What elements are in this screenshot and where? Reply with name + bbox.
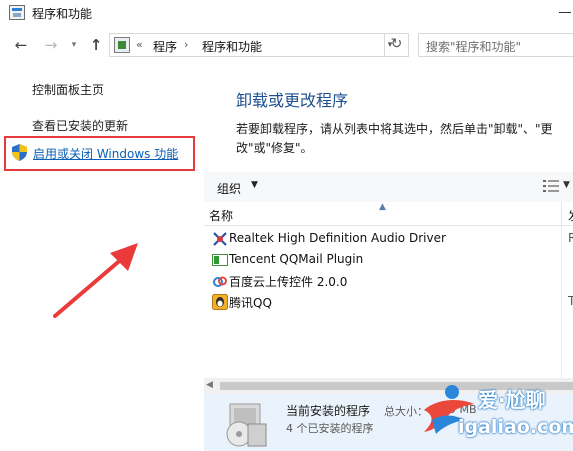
installer-box-icon [226, 403, 267, 447]
breadcrumb-programs[interactable]: 程序 [153, 38, 177, 55]
baidu-cloud-icon [213, 276, 227, 287]
control-panel-home-link[interactable]: 控制面板主页 [32, 81, 104, 98]
red-arrow-icon [53, 243, 138, 318]
forward-button[interactable]: → [41, 35, 61, 55]
program-name: Tencent QQMail Plugin [229, 252, 364, 266]
search-input[interactable]: 搜索"程序和功能" [418, 33, 573, 57]
table-row[interactable]: 百度云上传控件 2.0.0 [204, 270, 573, 291]
qqmail-plugin-icon [212, 254, 228, 266]
program-name: 腾讯QQ [229, 296, 272, 310]
programs-features-icon [9, 5, 25, 20]
turn-windows-features-link[interactable]: 启用或关闭 Windows 功能 [33, 145, 178, 162]
column-divider[interactable] [561, 202, 562, 226]
column-header-publisher[interactable]: 发 [568, 207, 573, 224]
view-installed-updates-link[interactable]: 查看已安装的更新 [32, 117, 128, 134]
column-header-name[interactable]: 名称 [209, 207, 233, 224]
minimize-button[interactable] [553, 0, 573, 26]
watermark: 爱·尬聊 igaliao.com [410, 378, 573, 451]
table-row[interactable]: Realtek High Definition Audio Driver R [204, 228, 573, 249]
address-bar[interactable]: « 程序 › 程序和功能 ▾ ↻ [109, 33, 409, 57]
chevron-right-icon[interactable]: › [184, 38, 188, 51]
installed-count: 4 个已安装的程序 [286, 422, 374, 435]
up-button[interactable]: ↑ [86, 35, 106, 55]
view-details-icon[interactable] [543, 180, 559, 192]
refresh-button[interactable]: ↻ [384, 33, 408, 57]
highlight-box: 启用或关闭 Windows 功能 [4, 136, 195, 171]
table-row[interactable]: 腾讯QQ T [204, 291, 573, 312]
view-chevron-down-icon[interactable]: ▼ [563, 180, 570, 190]
program-name: Realtek High Definition Audio Driver [229, 231, 446, 245]
table-row[interactable]: Tencent QQMail Plugin [204, 249, 573, 270]
search-placeholder: 搜索"程序和功能" [426, 40, 522, 54]
left-pane: 控制面板主页 查看已安装的更新 启用或关闭 Windows 功能 [0, 64, 200, 451]
program-list: Realtek High Definition Audio Driver R T… [204, 228, 573, 312]
watermark-url: igaliao.com [458, 416, 573, 438]
back-button[interactable]: ← [11, 35, 31, 55]
watermark-brand: 爱·尬聊 [478, 388, 546, 412]
program-publisher: T [568, 294, 573, 308]
program-publisher: R [568, 231, 573, 245]
organize-chevron-down-icon[interactable]: ▼ [251, 180, 258, 190]
organize-button[interactable]: 组织 [217, 180, 241, 197]
breadcrumb-programs-features[interactable]: 程序和功能 [202, 38, 262, 55]
sort-ascending-icon: ▲ [379, 202, 386, 212]
navigation-bar: ← → ▾ ↑ « 程序 › 程序和功能 ▾ ↻ 搜索"程序和功能" [0, 30, 573, 60]
column-header-row: 名称 ▲ 发 [204, 202, 573, 226]
window-title: 程序和功能 [32, 7, 93, 21]
control-panel-icon [114, 37, 130, 53]
recent-locations-icon[interactable]: ▾ [64, 35, 84, 55]
page-description: 若要卸载程序，请从列表中将其选中，然后单击"卸载"、"更改"或"修复"。 [236, 122, 553, 155]
breadcrumb-overflow[interactable]: « [136, 38, 143, 51]
scroll-left-icon[interactable]: ◀ [206, 380, 213, 390]
toolbar: 组织 ▼ ▼ [204, 172, 573, 202]
details-title: 当前安装的程序 [286, 404, 371, 418]
program-name: 百度云上传控件 2.0.0 [229, 275, 348, 289]
uac-shield-icon [12, 144, 27, 161]
qq-icon [212, 294, 228, 310]
page-title: 卸载或更改程序 [236, 91, 349, 110]
realtek-icon [213, 232, 227, 246]
title-bar: 程序和功能 [0, 0, 573, 26]
